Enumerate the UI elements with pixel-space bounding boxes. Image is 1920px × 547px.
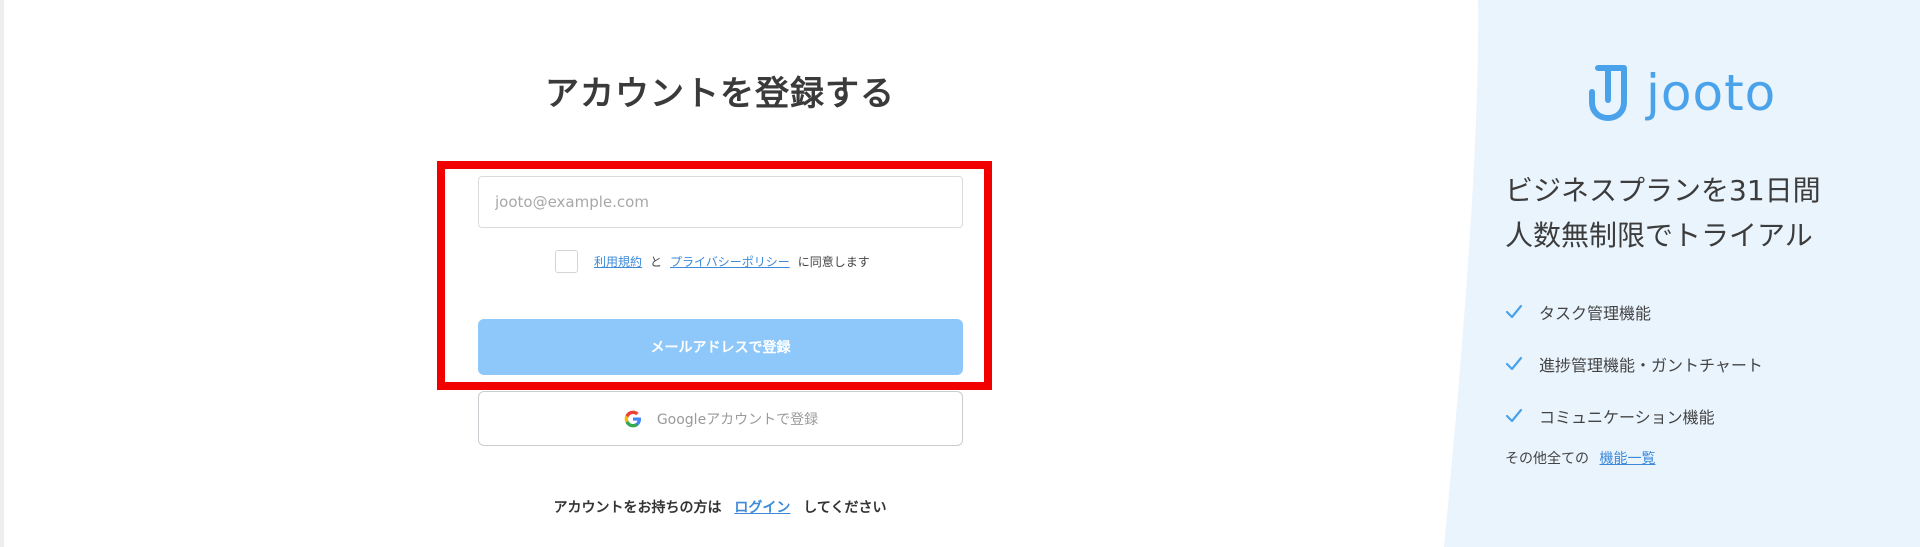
all-features-row: その他全ての 機能一覧 bbox=[1505, 448, 1655, 468]
page-title: アカウントを登録する bbox=[545, 74, 895, 114]
promo-line-1: ビジネスプランを31日間 bbox=[1505, 174, 1821, 207]
promo-text: ビジネスプランを31日間 人数無制限でトライアル bbox=[1505, 168, 1821, 258]
promo-line-2: 人数無制限でトライアル bbox=[1505, 219, 1813, 252]
feature-list: タスク管理機能 進捗管理機能・ガントチャート コミュニケーション機能 bbox=[1505, 286, 1763, 442]
terms-and-text: と bbox=[650, 254, 663, 269]
check-icon bbox=[1505, 408, 1523, 423]
agree-text: に同意します bbox=[797, 254, 870, 269]
terms-of-service-link[interactable]: 利用規約 bbox=[594, 253, 642, 270]
logo-wordmark: jooto bbox=[1646, 64, 1777, 122]
feature-list-link[interactable]: 機能一覧 bbox=[1599, 451, 1655, 467]
privacy-policy-link[interactable]: プライバシーポリシー bbox=[670, 253, 790, 270]
google-icon bbox=[624, 410, 641, 427]
feature-label: タスク管理機能 bbox=[1539, 304, 1652, 323]
check-icon bbox=[1505, 356, 1523, 371]
register-with-google-button[interactable]: Googleアカウントで登録 bbox=[478, 391, 963, 446]
feature-item: タスク管理機能 bbox=[1505, 286, 1763, 338]
terms-agreement-row: 利用規約 と プライバシーポリシー に同意します bbox=[555, 249, 878, 273]
feature-item: 進捗管理機能・ガントチャート bbox=[1505, 338, 1763, 390]
terms-checkbox[interactable] bbox=[555, 249, 578, 273]
login-prompt: アカウントをお持ちの方は ログイン してください bbox=[440, 497, 1000, 517]
left-edge-bar bbox=[0, 0, 4, 547]
login-link[interactable]: ログイン bbox=[734, 500, 790, 516]
login-prefix-text: アカウントをお持ちの方は bbox=[553, 500, 722, 516]
feature-item: コミュニケーション機能 bbox=[1505, 390, 1763, 442]
register-with-email-button[interactable]: メールアドレスで登録 bbox=[478, 319, 963, 375]
email-input[interactable] bbox=[478, 176, 963, 228]
jooto-logo: jooto bbox=[1584, 60, 1776, 126]
google-button-label: Googleアカウントで登録 bbox=[656, 411, 819, 428]
login-suffix-text: してください bbox=[803, 500, 887, 516]
feature-label: 進捗管理機能・ガントチャート bbox=[1539, 356, 1763, 375]
jooto-logo-icon bbox=[1589, 65, 1627, 121]
check-icon bbox=[1505, 304, 1523, 319]
all-features-prefix: その他全ての bbox=[1505, 451, 1589, 467]
feature-label: コミュニケーション機能 bbox=[1539, 408, 1715, 427]
